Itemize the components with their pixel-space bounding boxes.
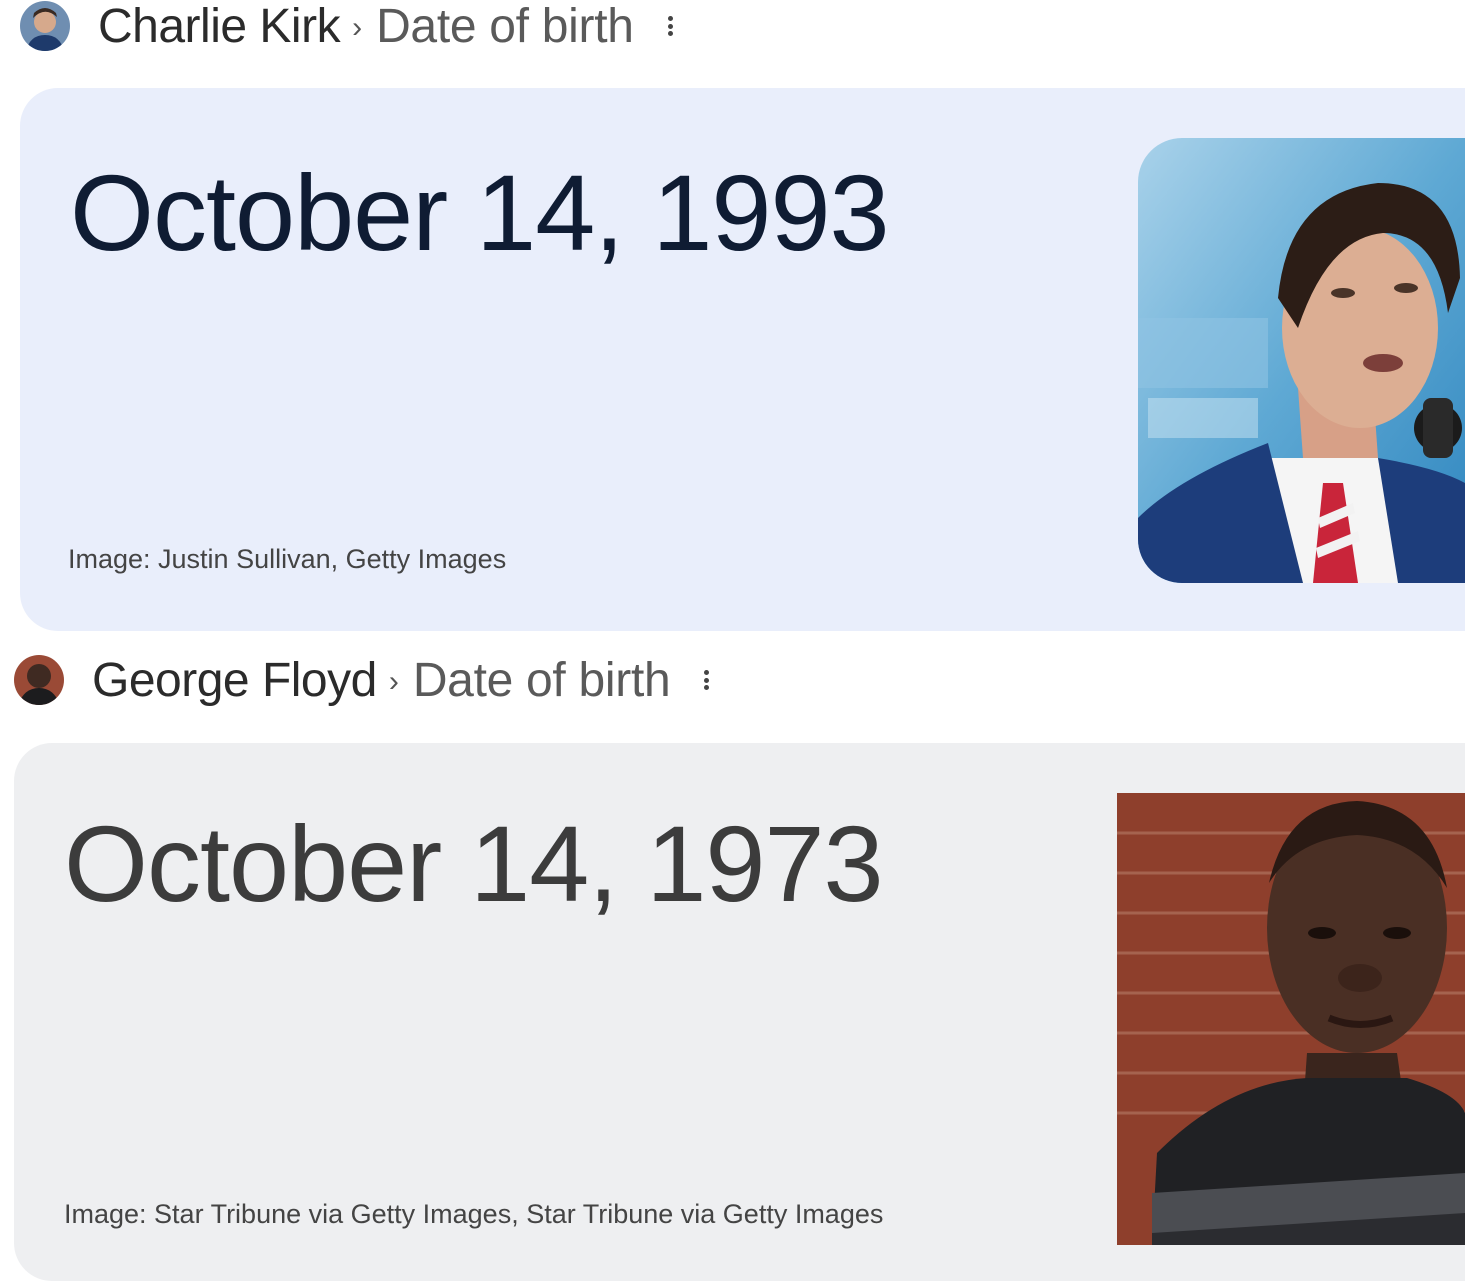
answer-card-1: October 14, 1993 Image: Justin Sullivan,…: [20, 88, 1465, 631]
more-vert-icon[interactable]: [667, 16, 673, 36]
george-floyd-avatar[interactable]: [14, 655, 64, 705]
charlie-kirk-avatar[interactable]: [20, 1, 70, 51]
attribute-name[interactable]: Date of birth: [413, 653, 671, 708]
image-caption[interactable]: Image: Star Tribune via Getty Images, St…: [64, 1199, 883, 1230]
more-vert-icon[interactable]: [704, 670, 710, 690]
answer-card-2: October 14, 1973 Image: Star Tribune via…: [14, 743, 1465, 1281]
attribute-name[interactable]: Date of birth: [376, 0, 634, 54]
entity-name[interactable]: George Floyd: [92, 653, 377, 708]
breadcrumb-separator: ›: [388, 665, 399, 698]
breadcrumb-separator: ›: [352, 11, 363, 44]
answer-date: October 14, 1973: [64, 803, 884, 924]
george-floyd-photo[interactable]: [1117, 793, 1465, 1245]
answer-date: October 14, 1993: [70, 152, 890, 273]
result-1-breadcrumb: Charlie Kirk › Date of birth: [20, 0, 673, 54]
search-results-page: Charlie Kirk › Date of birth October 14,…: [0, 0, 1465, 1281]
charlie-kirk-photo[interactable]: [1138, 138, 1465, 583]
image-caption[interactable]: Image: Justin Sullivan, Getty Images: [68, 544, 506, 575]
entity-name[interactable]: Charlie Kirk: [98, 0, 341, 54]
result-2-breadcrumb: George Floyd › Date of birth: [14, 652, 710, 708]
